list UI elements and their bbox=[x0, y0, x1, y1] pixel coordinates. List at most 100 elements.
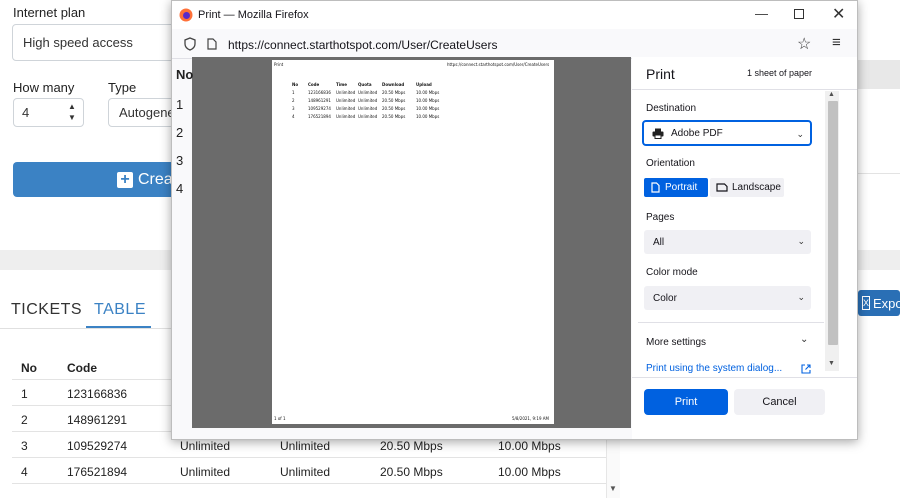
preview-cell: 20.50 Mbps bbox=[382, 114, 406, 119]
shield-icon[interactable] bbox=[184, 37, 196, 51]
print-settings-panel: Print 1 sheet of paper Destination Adobe… bbox=[632, 57, 857, 439]
color-mode-select[interactable]: Color ⌄ bbox=[644, 286, 811, 310]
cell-no: 4 bbox=[21, 465, 28, 479]
preview-header-left: Print bbox=[274, 62, 284, 67]
preview-col-header: No bbox=[292, 82, 299, 87]
minimize-icon[interactable]: — bbox=[755, 6, 768, 21]
portrait-icon bbox=[651, 182, 660, 193]
system-dialog-link[interactable]: Print using the system dialog... bbox=[646, 363, 782, 374]
preview-cell: 20.50 Mbps bbox=[382, 98, 406, 103]
cell-code: 123166836 bbox=[67, 387, 128, 401]
orientation-label: Orientation bbox=[646, 158, 695, 169]
settings-divider bbox=[638, 322, 824, 323]
side-row-number: 3 bbox=[176, 153, 184, 168]
cell-no: 1 bbox=[21, 387, 28, 401]
cell-download: 20.50 Mbps bbox=[380, 465, 443, 479]
preview-cell: Unlimited bbox=[336, 90, 356, 95]
internet-plan-value: High speed access bbox=[23, 35, 133, 50]
cancel-button[interactable]: Cancel bbox=[734, 389, 825, 415]
preview-cell: Unlimited bbox=[358, 98, 378, 103]
how-many-input[interactable]: 4 ▲ ▼ bbox=[13, 98, 84, 127]
preview-cell: Unlimited bbox=[336, 98, 356, 103]
settings-scroll-thumb[interactable] bbox=[828, 101, 838, 345]
preview-header-right: https://connect.starthotspot.com/User/Cr… bbox=[447, 62, 550, 67]
preview-cell: Unlimited bbox=[358, 106, 378, 111]
print-button[interactable]: Print bbox=[644, 389, 728, 415]
cell-upload: 10.00 Mbps bbox=[498, 439, 561, 453]
table-row: 4 176521894 Unlimited Unlimited 20.50 Mbps 10… bbox=[12, 458, 606, 484]
preview-cell: Unlimited bbox=[358, 114, 378, 119]
cell-no: 2 bbox=[21, 413, 28, 427]
print-title: Print bbox=[646, 66, 675, 82]
cell-no: 3 bbox=[21, 439, 28, 453]
scroll-up-icon[interactable]: ▲ bbox=[828, 91, 835, 98]
export-label: Expo bbox=[873, 295, 900, 311]
side-table-header: No bbox=[176, 67, 194, 82]
portrait-button[interactable]: Portrait bbox=[644, 178, 708, 197]
preview-cell: 3 bbox=[292, 106, 295, 111]
menu-icon[interactable]: ≡ bbox=[832, 34, 841, 51]
preview-cell: 20.50 Mbps bbox=[382, 106, 406, 111]
cell-quota: Unlimited bbox=[280, 439, 331, 453]
scroll-down-icon[interactable]: ▼ bbox=[828, 360, 835, 367]
preview-cell: 4 bbox=[292, 114, 295, 119]
preview-page: Print https://connect.starthotspot.com/U… bbox=[272, 60, 554, 424]
internet-plan-label: Internet plan bbox=[13, 5, 86, 20]
bookmark-star-icon[interactable]: ☆ bbox=[797, 34, 811, 54]
cell-download: 20.50 Mbps bbox=[380, 439, 443, 453]
close-icon[interactable]: ✕ bbox=[832, 4, 845, 24]
create-button[interactable]: + Creat bbox=[13, 162, 183, 197]
preview-col-header: Upload bbox=[416, 82, 432, 87]
preview-footer-left: 1 of 1 bbox=[274, 416, 286, 421]
cell-code: 176521894 bbox=[67, 465, 128, 479]
preview-cell: 10.00 Mbps bbox=[416, 114, 440, 119]
stepper-arrows-icon[interactable]: ▲ ▼ bbox=[68, 101, 76, 123]
preview-col-header: Time bbox=[336, 82, 347, 87]
preview-cell: 2 bbox=[292, 98, 295, 103]
type-label: Type bbox=[108, 80, 137, 95]
title-bar: Print — Mozilla Firefox — ✕ bbox=[172, 1, 857, 29]
pages-select[interactable]: All ⌄ bbox=[644, 230, 811, 254]
print-preview-area: Print https://connect.starthotspot.com/U… bbox=[192, 57, 631, 428]
preview-col-header: Download bbox=[382, 82, 405, 87]
cell-time: Unlimited bbox=[180, 439, 231, 453]
header-divider bbox=[632, 89, 857, 90]
tab-tickets[interactable]: TICKETS bbox=[11, 301, 82, 319]
more-settings-toggle[interactable]: More settings bbox=[646, 337, 706, 348]
col-no-header: No bbox=[21, 361, 37, 375]
url-bar[interactable]: https://connect.starthotspot.com/User/Cr… bbox=[172, 29, 857, 59]
col-code-header: Code bbox=[67, 361, 97, 375]
destination-label: Destination bbox=[646, 103, 697, 114]
preview-cell: 10.00 Mbps bbox=[416, 106, 440, 111]
grid-header-strip bbox=[858, 60, 900, 89]
maximize-icon[interactable] bbox=[794, 9, 804, 19]
url-text[interactable]: https://connect.starthotspot.com/User/Cr… bbox=[228, 38, 497, 52]
side-row-number: 2 bbox=[176, 125, 184, 140]
preview-col-header: Quota bbox=[358, 82, 372, 87]
plus-icon: + bbox=[117, 171, 133, 188]
how-many-label: How many bbox=[13, 80, 75, 95]
tab-table[interactable]: TABLE bbox=[94, 301, 146, 319]
footer-divider bbox=[632, 377, 857, 378]
export-button[interactable]: X Expo bbox=[858, 290, 900, 316]
external-link-icon[interactable] bbox=[801, 364, 811, 374]
firefox-logo-icon bbox=[179, 8, 193, 22]
preview-cell: 10.00 Mbps bbox=[416, 90, 440, 95]
destination-select[interactable]: Adobe PDF ⌄ bbox=[642, 120, 812, 146]
preview-cell: 176521894 bbox=[308, 114, 331, 119]
landscape-icon bbox=[716, 183, 728, 192]
preview-cell: 109529274 bbox=[308, 106, 331, 111]
portrait-label: Portrait bbox=[665, 182, 698, 193]
chevron-down-icon[interactable]: ⌄ bbox=[800, 334, 808, 345]
preview-cell: 123166836 bbox=[308, 90, 331, 95]
chevron-down-icon: ⌄ bbox=[797, 236, 805, 246]
scroll-down-icon[interactable]: ▼ bbox=[609, 484, 617, 493]
pages-value: All bbox=[653, 236, 665, 248]
excel-icon: X bbox=[862, 296, 871, 310]
landscape-button[interactable]: Landscape bbox=[710, 178, 784, 197]
preview-cell: Unlimited bbox=[336, 106, 356, 111]
color-mode-label: Color mode bbox=[646, 267, 698, 278]
internet-plan-select[interactable]: High speed access bbox=[12, 24, 182, 61]
preview-cell: 148961291 bbox=[308, 98, 331, 103]
chevron-down-icon: ⌄ bbox=[797, 292, 805, 302]
